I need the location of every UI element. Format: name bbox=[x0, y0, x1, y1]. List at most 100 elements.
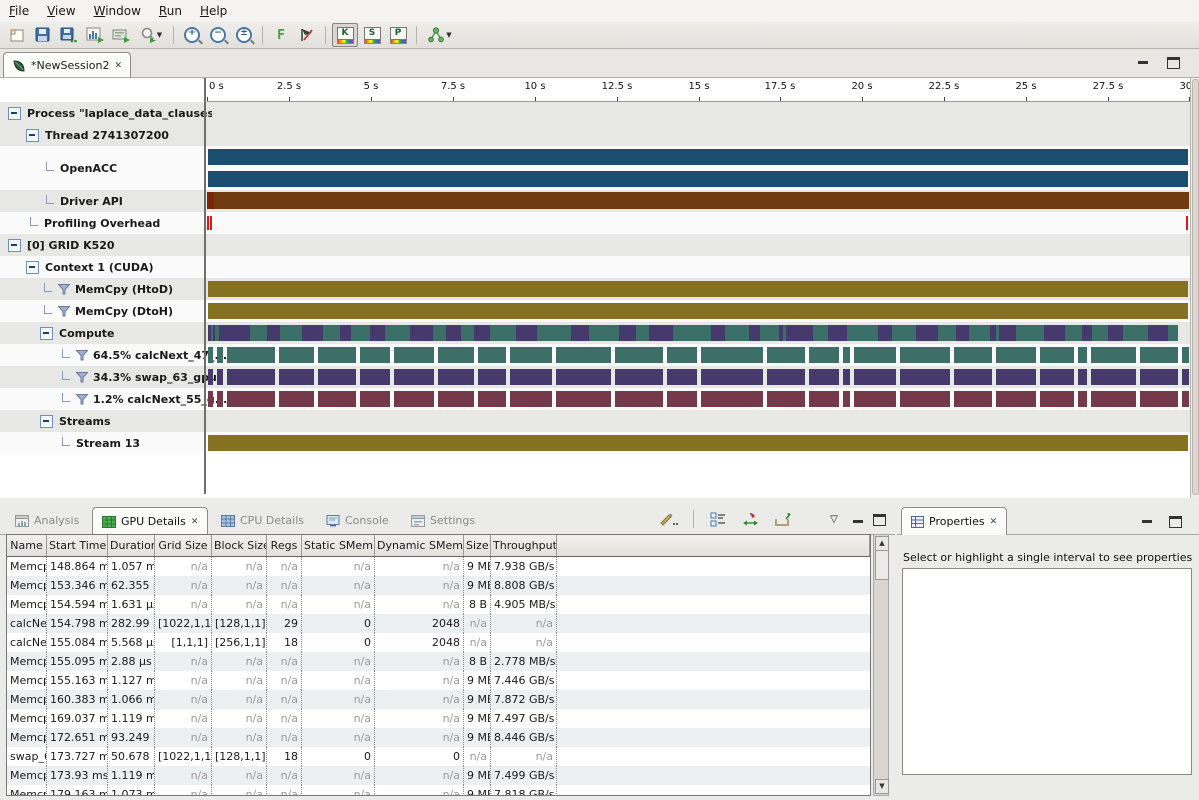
menu-view[interactable]: View bbox=[38, 1, 84, 21]
interval-segment[interactable] bbox=[878, 325, 892, 341]
interval-segment[interactable] bbox=[809, 369, 839, 385]
edit-columns-button[interactable] bbox=[657, 508, 681, 530]
session-card-button[interactable] bbox=[109, 24, 133, 46]
column-header-block-size[interactable]: Block Size bbox=[212, 535, 267, 556]
tab-console[interactable]: Console bbox=[317, 507, 398, 534]
interval-segment[interactable] bbox=[1091, 369, 1136, 385]
table-vertical-scrollbar[interactable]: ▲ ▼ bbox=[873, 534, 889, 796]
filter-funnel-icon[interactable] bbox=[58, 284, 70, 295]
interval-segment[interactable] bbox=[1044, 325, 1065, 341]
column-header-name[interactable]: Name bbox=[7, 535, 47, 556]
interval-segment[interactable] bbox=[1078, 347, 1087, 363]
timeline-lane[interactable] bbox=[207, 388, 1190, 410]
table-row[interactable]: Memcpy148.864 ms1.057 msn/an/an/an/an/a9… bbox=[7, 557, 870, 576]
interval-segment[interactable] bbox=[227, 369, 275, 385]
interval-segment[interactable] bbox=[323, 325, 340, 341]
interval-segment[interactable] bbox=[1148, 325, 1168, 341]
interval-segment[interactable] bbox=[438, 391, 474, 407]
collapse-toggle-icon[interactable] bbox=[26, 129, 39, 142]
interval-segment[interactable] bbox=[589, 325, 619, 341]
interval-segment[interactable] bbox=[1182, 369, 1189, 385]
interval-segment[interactable] bbox=[701, 369, 763, 385]
interval-segment[interactable] bbox=[208, 391, 213, 407]
interval-segment[interactable] bbox=[843, 369, 850, 385]
stream-timeline-toggle[interactable]: S bbox=[360, 24, 384, 46]
interval-segment[interactable] bbox=[1182, 391, 1189, 407]
interval-segment[interactable] bbox=[318, 347, 356, 363]
interval-segment[interactable] bbox=[615, 369, 663, 385]
interval-segment[interactable] bbox=[217, 369, 223, 385]
interval-segment[interactable] bbox=[478, 347, 506, 363]
interval-segment[interactable] bbox=[615, 347, 663, 363]
menu-run[interactable]: Run bbox=[150, 1, 191, 21]
interval-segment[interactable] bbox=[900, 347, 950, 363]
timeline-segments[interactable] bbox=[208, 325, 1189, 341]
interval-segment[interactable] bbox=[279, 391, 314, 407]
interval-segment[interactable] bbox=[1078, 369, 1087, 385]
tab-analysis[interactable]: Analysis bbox=[6, 507, 88, 534]
column-header-grid-size[interactable]: Grid Size bbox=[155, 535, 212, 556]
timeline-lane[interactable] bbox=[207, 322, 1190, 344]
interval-segment[interactable] bbox=[1040, 369, 1074, 385]
interval-segment[interactable] bbox=[1123, 325, 1148, 341]
tree-row-6[interactable]: [0] GRID K520 bbox=[0, 234, 212, 256]
interval-segment[interactable] bbox=[340, 325, 351, 341]
menu-window[interactable]: Window bbox=[85, 1, 150, 21]
timeline-lane[interactable] bbox=[207, 234, 1190, 256]
interval-segment[interactable] bbox=[701, 391, 763, 407]
interval-segment[interactable] bbox=[360, 391, 390, 407]
timeline-interval-bar[interactable] bbox=[207, 192, 214, 209]
autofit-button[interactable] bbox=[738, 508, 762, 530]
interval-segment[interactable] bbox=[701, 347, 763, 363]
interval-segment[interactable] bbox=[370, 325, 385, 341]
interval-segment[interactable] bbox=[900, 391, 950, 407]
timeline-lane[interactable] bbox=[207, 190, 1190, 212]
kernel-timeline-toggle[interactable]: K bbox=[332, 23, 358, 47]
interval-segment[interactable] bbox=[360, 369, 390, 385]
timeline-lane[interactable] bbox=[207, 300, 1190, 322]
timeline-interval-bar[interactable] bbox=[208, 303, 1188, 319]
table-row[interactable]: Memcpy173.93 ms1.119 msn/an/an/an/an/a9 … bbox=[7, 766, 870, 785]
column-header-size[interactable]: Size bbox=[464, 535, 491, 556]
interval-segment[interactable] bbox=[916, 325, 938, 341]
tree-timeline-divider[interactable] bbox=[204, 78, 206, 494]
interval-segment[interactable] bbox=[619, 325, 636, 341]
search-timeline-button[interactable]: ▼ bbox=[135, 24, 167, 46]
interval-segment[interactable] bbox=[318, 369, 356, 385]
interval-segment[interactable] bbox=[556, 391, 611, 407]
table-row[interactable]: Memcpy160.383 ms1.066 msn/an/an/an/an/a9… bbox=[7, 690, 870, 709]
interval-segment[interactable] bbox=[217, 391, 223, 407]
interval-segment[interactable] bbox=[615, 391, 663, 407]
interval-segment[interactable] bbox=[438, 347, 474, 363]
table-row[interactable]: Memcpy153.346 ms62.355 µsn/an/an/an/an/a… bbox=[7, 576, 870, 595]
scroll-down-arrow-icon[interactable]: ▼ bbox=[875, 779, 889, 794]
interval-segment[interactable] bbox=[208, 369, 213, 385]
analysis-button[interactable]: ▼ bbox=[423, 24, 457, 46]
interval-segment[interactable] bbox=[556, 347, 611, 363]
interval-segment[interactable] bbox=[809, 391, 839, 407]
interval-segment[interactable] bbox=[954, 347, 992, 363]
export-button[interactable] bbox=[770, 508, 794, 530]
interval-segment[interactable] bbox=[711, 325, 725, 341]
timeline-segments[interactable] bbox=[208, 347, 1189, 363]
flag-button[interactable] bbox=[295, 24, 319, 46]
column-header-start-time[interactable]: Start Time bbox=[47, 535, 108, 556]
report-button[interactable] bbox=[83, 24, 107, 46]
interval-segment[interactable] bbox=[847, 325, 878, 341]
zoom-in-button[interactable]: + bbox=[180, 24, 204, 46]
timeline-interval-bar[interactable] bbox=[208, 149, 1188, 165]
interval-segment[interactable] bbox=[394, 347, 434, 363]
interval-segment[interactable] bbox=[474, 325, 490, 341]
timeline-lane[interactable] bbox=[207, 278, 1190, 300]
timeline-vertical-scrollbar[interactable] bbox=[1190, 78, 1199, 498]
interval-segment[interactable] bbox=[280, 325, 302, 341]
interval-segment[interactable] bbox=[1182, 347, 1189, 363]
interval-segment[interactable] bbox=[813, 325, 828, 341]
table-row[interactable]: calcNe154.798 ms282.99 µs[1022,1,1][128,… bbox=[7, 614, 870, 633]
timeline-segments[interactable] bbox=[208, 391, 1189, 407]
interval-segment[interactable] bbox=[996, 391, 1036, 407]
tree-row-2[interactable]: Thread 2741307200 bbox=[0, 124, 230, 146]
interval-segment[interactable] bbox=[394, 369, 434, 385]
timeline-segments[interactable] bbox=[208, 369, 1189, 385]
interval-segment[interactable] bbox=[1016, 325, 1044, 341]
